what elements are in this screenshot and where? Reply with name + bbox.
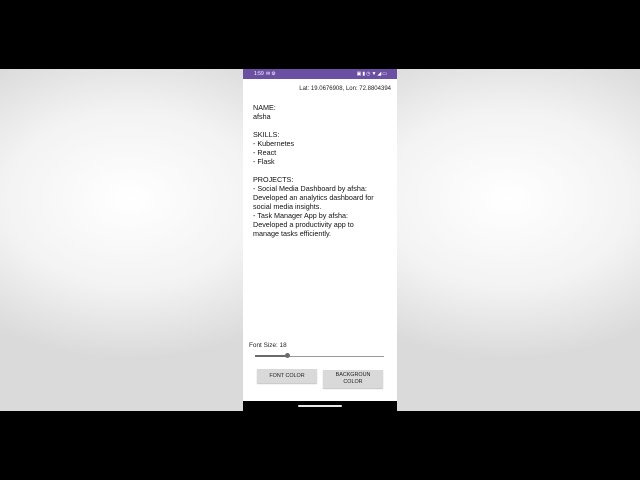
skill-item: - React [253,148,277,157]
font-size-slider[interactable] [255,352,384,360]
slider-thumb[interactable] [284,353,290,358]
projects-heading: PROJECTS: [253,175,294,184]
slider-fill [255,355,287,357]
status-time: 1:59 [254,71,264,77]
background-right [397,69,640,411]
font-color-label: FONT COLOR [269,372,305,379]
font-size-label: Font Size: 18 [249,342,287,349]
skills-section: SKILLS: - Kubernetes - React - Flask [253,130,393,166]
name-section: NAME: afsha [253,103,393,121]
phone-screen: 1:59 ✉⚙ ▣▮◷▼◢▭ Lat: 19.0676908, Lon: 72.… [243,69,397,411]
status-bar: 1:59 ✉⚙ ▣▮◷▼◢▭ [243,69,397,79]
project-line: social media insights. [253,202,322,211]
project-line: Developed a productivity app to [253,220,354,229]
font-color-button[interactable]: FONT COLOR [257,369,317,383]
battery-icon: ▭ [382,71,388,77]
resume-content: NAME: afsha SKILLS: - Kubernetes - React… [253,103,393,247]
background-color-button[interactable]: BACKGROUN COLOR [323,370,383,388]
project-line: manage tasks efficiently. [253,229,332,238]
status-left-icons: ✉⚙ [266,71,277,77]
home-indicator[interactable] [298,405,342,407]
skills-heading: SKILLS: [253,130,280,139]
skill-item: - Flask [253,157,275,166]
background-color-label: BACKGROUN COLOR [335,372,371,385]
navigation-bar [243,401,397,411]
project-line: - Social Media Dashboard by afsha: [253,184,367,193]
status-right-icons: ▣▮◷▼◢▭ [357,71,388,77]
name-value: afsha [253,112,271,121]
location-text: Lat: 19.0676908, Lon: 72.8804394 [299,86,391,92]
projects-section: PROJECTS: - Social Media Dashboard by af… [253,175,393,238]
settings-icon: ⚙ [271,71,277,77]
project-line: - Task Manager App by afsha: [253,211,348,220]
background-left [0,69,243,411]
skill-item: - Kubernetes [253,139,295,148]
name-heading: NAME: [253,103,276,112]
project-line: Developed an analytics dashboard for [253,193,374,202]
